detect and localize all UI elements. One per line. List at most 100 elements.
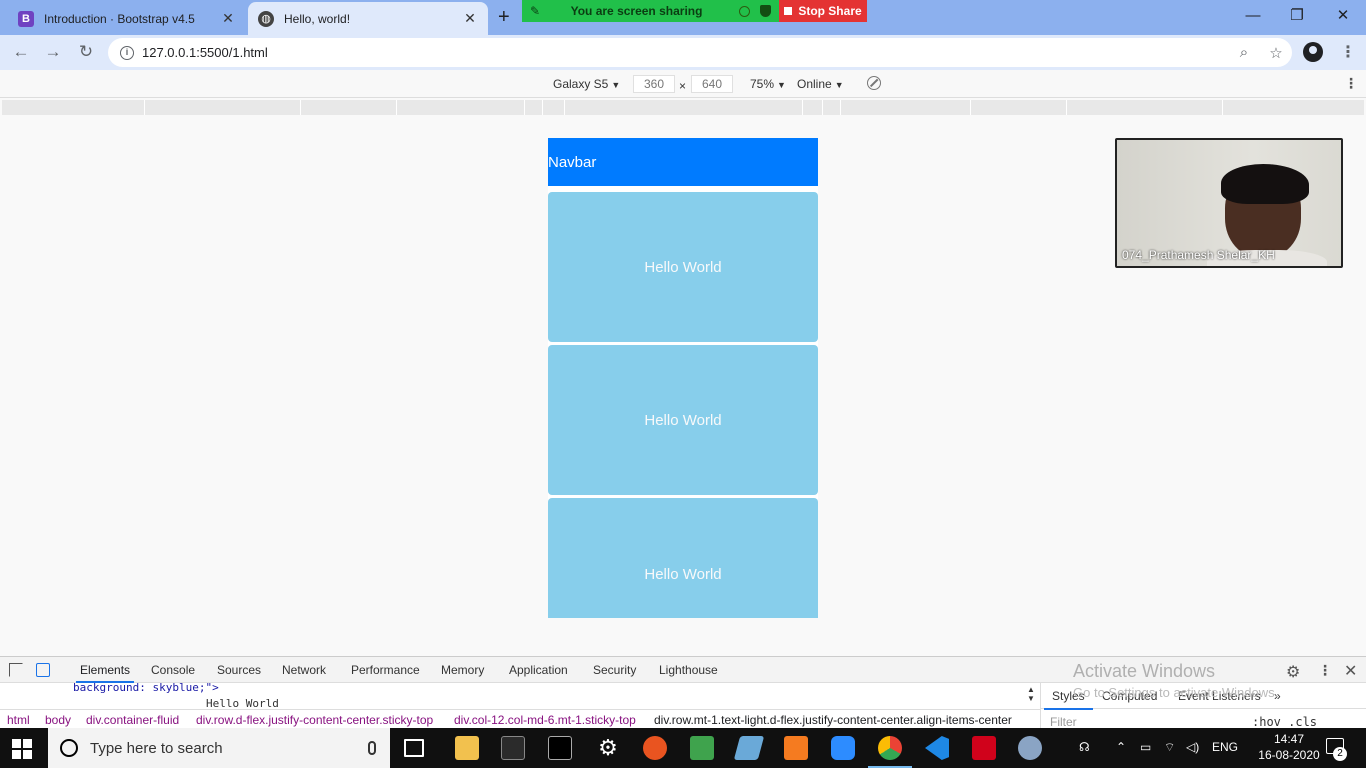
page-navbar[interactable]: Navbar <box>548 138 818 186</box>
breadcrumb-item[interactable]: div.row.d-flex.justify-content-center.st… <box>196 713 433 727</box>
tab-security[interactable]: Security <box>593 663 636 677</box>
people-icon[interactable]: ☊ <box>1079 740 1090 754</box>
rotate-icon[interactable] <box>867 76 881 90</box>
height-input[interactable]: 640 <box>691 75 733 93</box>
breadcrumb-item[interactable]: html <box>7 713 30 727</box>
close-window-button[interactable]: ✕ <box>1320 0 1366 30</box>
styles-filter-input[interactable]: Filter <box>1050 715 1077 729</box>
wifi-icon[interactable]: ⌔ <box>1164 740 1175 755</box>
dom-breadcrumb: html body div.container-fluid div.row.d-… <box>0 709 1040 729</box>
back-arrow-icon[interactable]: ← <box>8 40 34 64</box>
chrome-icon[interactable] <box>868 736 912 768</box>
restore-button[interactable]: ❐ <box>1274 0 1320 30</box>
forward-arrow-icon[interactable]: → <box>40 40 66 64</box>
xampp-icon[interactable] <box>784 736 808 760</box>
windows-taskbar: Type here to search ⚙ ☊ ⌃ ▭ ⌔ ◁) ENG 14:… <box>0 728 1366 768</box>
mysql-icon[interactable] <box>501 736 525 760</box>
clock-time: 14:47 <box>1273 732 1305 746</box>
tab-hello-world[interactable]: ◍ Hello, world! ✕ <box>248 2 488 35</box>
code-line[interactable]: Hello World <box>206 697 279 707</box>
participant-name: 074_Prathamesh Shelar_KH <box>1122 248 1275 262</box>
breadcrumb-item[interactable]: div.col-12.col-md-6.mt-1.sticky-top <box>454 713 636 727</box>
language-indicator[interactable]: ENG <box>1212 740 1238 754</box>
zoom-select[interactable]: 75% ▼ <box>750 77 786 91</box>
close-devtools-icon[interactable]: ✕ <box>1344 661 1357 681</box>
tab-title: Hello, world! <box>284 11 351 26</box>
file-explorer-icon[interactable] <box>455 736 479 760</box>
device-toolbar: Galaxy S5 ▼ 360 × 640 75% ▼ Online ▼ <box>0 70 1366 98</box>
hello-world-box: Hello World <box>548 345 818 495</box>
inspect-element-icon[interactable] <box>9 663 23 677</box>
scroll-arrows-icon[interactable]: ▲ ▼ <box>1027 685 1035 703</box>
info-icon[interactable]: i <box>120 45 134 60</box>
device-toggle-icon[interactable] <box>36 663 50 677</box>
settings-gear-icon[interactable]: ⚙ <box>596 736 620 760</box>
zoom-icon[interactable] <box>831 736 855 760</box>
volume-icon[interactable]: ◁) <box>1186 740 1199 754</box>
elements-dom-tree[interactable]: background: skyblue;"> Hello World <box>0 683 1040 707</box>
hello-world-text: Hello World <box>644 258 722 276</box>
app-icon[interactable] <box>733 736 765 760</box>
breadcrumb-item[interactable]: body <box>45 713 71 727</box>
tab-elements[interactable]: Elements <box>75 663 135 683</box>
tab-bootstrap[interactable]: B Introduction · Bootstrap v4.5 ✕ <box>8 2 246 35</box>
gear-icon[interactable]: ⚙ <box>1286 662 1300 682</box>
vscode-icon[interactable] <box>925 736 949 760</box>
zoom-value: 75% <box>750 77 775 91</box>
battery-icon[interactable]: ▭ <box>1140 740 1151 754</box>
network-throttle-select[interactable]: Online ▼ <box>797 77 844 91</box>
screen-share-text: You are screen sharing <box>570 4 703 18</box>
minimize-button[interactable]: — <box>1230 0 1276 30</box>
tab-title: Introduction · Bootstrap v4.5 <box>44 11 195 26</box>
hov-cls-toggle[interactable]: :hov .cls <box>1252 715 1317 729</box>
taskbar-clock[interactable]: 14:47 16-08-2020 <box>1258 731 1320 763</box>
notepad-plus-icon[interactable] <box>690 736 714 760</box>
screen-share-bar: ✎ You are screen sharing Stop Share <box>522 0 867 22</box>
notification-badge: 2 <box>1333 747 1347 761</box>
task-view-icon[interactable] <box>404 739 424 757</box>
tab-performance[interactable]: Performance <box>351 663 420 677</box>
tab-console[interactable]: Console <box>151 663 195 677</box>
devtools-menu-icon[interactable]: ⋮ <box>1318 662 1332 679</box>
video-call-thumbnail[interactable]: 074_Prathamesh Shelar_KH <box>1115 138 1343 268</box>
search-placeholder[interactable]: Type here to search <box>90 740 368 757</box>
width-input[interactable]: 360 <box>633 75 675 93</box>
address-bar[interactable]: i 127.0.0.1:5500/1.html ⌕ ☆ <box>108 38 1292 67</box>
url-text[interactable]: 127.0.0.1:5500/1.html <box>142 45 1228 60</box>
tab-memory[interactable]: Memory <box>441 663 484 677</box>
device-name: Galaxy S5 <box>553 77 609 91</box>
tab-close-icon[interactable]: ✕ <box>462 10 478 27</box>
windows-start-icon[interactable] <box>12 739 32 759</box>
record-icon <box>739 5 750 17</box>
devtools-panel: Elements Console Sources Network Perform… <box>0 656 1366 729</box>
taskbar-search-box[interactable]: Type here to search <box>48 728 390 768</box>
breadcrumb-item[interactable]: div.container-fluid <box>86 713 179 727</box>
profile-avatar-icon[interactable] <box>1303 42 1323 62</box>
browser-toolbar: ← → ↻ i 127.0.0.1:5500/1.html ⌕ ☆ <box>0 35 1366 70</box>
tab-close-icon[interactable]: ✕ <box>220 10 236 27</box>
bookmark-star-icon[interactable]: ☆ <box>1260 44 1292 62</box>
tab-lighthouse[interactable]: Lighthouse <box>659 663 718 677</box>
stop-icon <box>784 7 793 15</box>
tab-application[interactable]: Application <box>509 663 568 677</box>
microphone-icon[interactable] <box>368 741 376 755</box>
breadcrumb-item-selected[interactable]: div.row.mt-1.text-light.d-flex.justify-c… <box>654 713 1012 727</box>
ubuntu-icon[interactable] <box>643 736 667 760</box>
acrobat-icon[interactable] <box>972 736 996 760</box>
code-line[interactable]: background: skyblue;"> <box>73 683 219 694</box>
activate-windows-watermark: Activate Windows <box>1073 661 1216 681</box>
reload-icon[interactable]: ↻ <box>73 40 99 64</box>
device-more-icon[interactable]: ⋮ <box>1344 75 1358 92</box>
tab-sources[interactable]: Sources <box>217 663 261 677</box>
tab-network[interactable]: Network <box>282 663 326 677</box>
stop-share-button[interactable]: Stop Share <box>779 0 867 22</box>
paint-icon[interactable] <box>1018 736 1042 760</box>
terminal-icon[interactable] <box>548 736 572 760</box>
device-select[interactable]: Galaxy S5 ▼ <box>553 77 620 91</box>
media-query-bar[interactable] <box>2 100 1364 115</box>
caret-down-icon: ▼ <box>834 80 844 90</box>
zoom-icon[interactable]: ⌕ <box>1228 44 1260 61</box>
chevron-up-icon[interactable]: ⌃ <box>1116 740 1126 754</box>
browser-menu-icon[interactable]: ⋮ <box>1340 42 1356 62</box>
new-tab-button[interactable]: + <box>498 6 510 28</box>
